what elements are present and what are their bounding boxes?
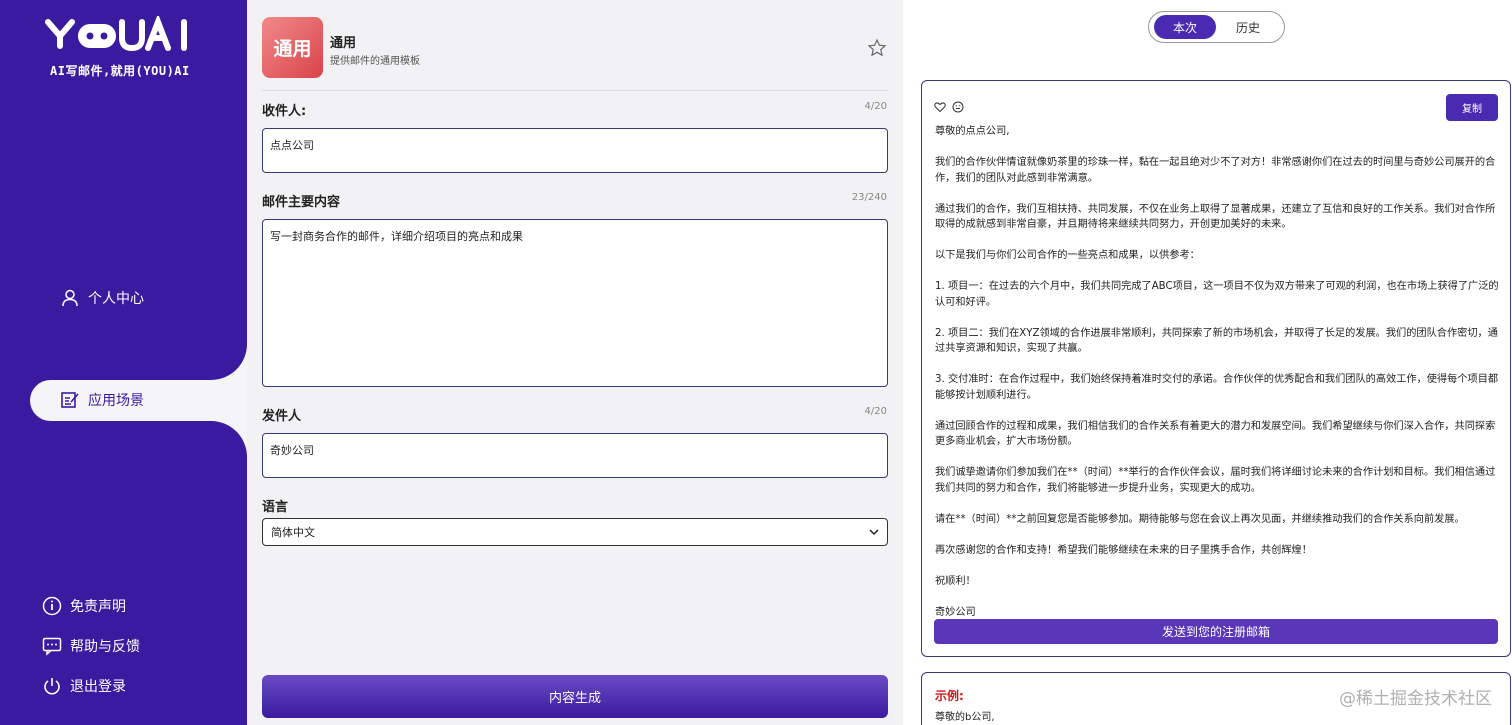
smiley-icon[interactable] [952, 101, 964, 113]
template-icon-text: 通用 [273, 38, 312, 60]
example-label: 示例: [935, 689, 964, 703]
recipient-input[interactable]: 点点公司 [262, 128, 888, 173]
sender-input[interactable]: 奇妙公司 [262, 433, 888, 478]
youai-logo [45, 16, 187, 52]
letter-paragraph: 尊敬的点点公司, [935, 126, 1010, 137]
recipient-label: 收件人: [262, 104, 307, 119]
nav-help-label: 帮助与反馈 [70, 639, 140, 655]
user-icon [62, 289, 78, 307]
content-label: 邮件主要内容 [262, 195, 341, 210]
nav-personal-label: 个人中心 [88, 291, 144, 307]
letter-paragraph: 请在**（时间）**之前回复您是否能够参加。期待能够与您在会议上再次见面，并继续… [935, 513, 1465, 525]
letter-paragraph: 我们诚挚邀请你们参加我们在**（时间）**举行的合作伙伴会议，届时我们将详细讨论… [935, 467, 1496, 494]
template-icon: 通用 [262, 17, 323, 78]
heart-icon[interactable] [934, 101, 946, 113]
nav-disclaimer-label: 免责声明 [70, 599, 126, 615]
generate-button[interactable]: 内容生成 [262, 675, 888, 718]
letter-paragraph: 祝顺利！ [935, 575, 976, 587]
language-select[interactable]: 简体中文 [262, 518, 888, 546]
nav-logout[interactable]: 退出登录 [42, 676, 126, 696]
letter-paragraph: 通过回顾合作的过程和成果，我们相信我们的合作关系有着更大的潜力和发展空间。我们希… [935, 420, 1496, 448]
sidebar-lower-panel: 免责声明 帮助与反馈 退出登录 [0, 421, 247, 725]
language-selected-value: 简体中文 [271, 526, 315, 539]
result-panel: 本次 历史 复制 尊敬的点点公司, 我们的合作伙伴情谊就像奶茶里的珍珠一样，黏在… [903, 0, 1512, 725]
letter-paragraph: 通过我们的合作，我们互相扶持、共同发展，不仅在业务上取得了显著成果，还建立了互信… [935, 203, 1496, 231]
tab-current[interactable]: 本次 [1154, 15, 1216, 39]
nav-personal-center[interactable]: 个人中心 [60, 288, 144, 308]
template-description: 提供邮件的通用模板 [330, 56, 420, 67]
letter-paragraph: 奇妙公司 [935, 606, 976, 618]
nav-logout-label: 退出登录 [70, 679, 126, 695]
template-name: 通用 [330, 36, 357, 51]
example-text: 尊敬的b公司, [935, 712, 995, 723]
sidebar-upper-panel: AI写邮件,就用(YOU)AI 个人中心 [0, 0, 247, 380]
letter-paragraph: 3. 交付准时：在合作过程中，我们始终保持着准时交付的承诺。合作伙伴的优秀配合和… [935, 374, 1499, 401]
chevron-down-icon [869, 529, 879, 536]
nav-disclaimer[interactable]: 免责声明 [42, 596, 126, 616]
letter-paragraph: 再次感谢您的合作和支持！希望我们能够继续在未来的日子里携手合作，共创辉煌！ [935, 544, 1312, 556]
language-label: 语言 [262, 500, 289, 515]
sender-label: 发件人 [262, 409, 302, 424]
generated-letter: 尊敬的点点公司, 我们的合作伙伴情谊就像奶茶里的珍珠一样，黏在一起且绝对少不了对… [935, 124, 1500, 636]
edit-icon [61, 392, 79, 408]
tab-history[interactable]: 历史 [1217, 15, 1279, 39]
result-card: 复制 尊敬的点点公司, 我们的合作伙伴情谊就像奶茶里的珍珠一样，黏在一起且绝对少… [921, 80, 1511, 657]
nav-help-feedback[interactable]: 帮助与反馈 [42, 636, 140, 656]
chat-icon [42, 637, 62, 656]
result-toggle: 本次 历史 [1148, 11, 1285, 43]
slogan: AI写邮件,就用(YOU)AI [50, 64, 190, 78]
nav-scene-label: 应用场景 [88, 393, 144, 409]
recipient-char-count: 4/20 [864, 101, 887, 112]
sender-char-count: 4/20 [864, 406, 887, 417]
star-icon[interactable] [867, 38, 887, 58]
info-icon [42, 596, 62, 616]
send-to-email-button[interactable]: 发送到您的注册邮箱 [934, 619, 1498, 644]
nav-application-scene[interactable]: 应用场景 [60, 390, 144, 410]
copy-button[interactable]: 复制 [1446, 94, 1498, 121]
content-textarea[interactable]: 写一封商务合作的邮件，详细介绍项目的亮点和成果 [262, 219, 888, 387]
sidebar: AI写邮件,就用(YOU)AI 个人中心 应用场景 免责声明 帮助与反馈 退出登… [0, 0, 247, 725]
letter-paragraph: 我们的合作伙伴情谊就像奶茶里的珍珠一样，黏在一起且绝对少不了对方！非常感谢你们在… [935, 157, 1496, 184]
letter-paragraph: 以下是我们与你们公司合作的一些亮点和成果，以供参考： [935, 250, 1200, 261]
letter-paragraph: 1. 项目一：在过去的六个月中，我们共同完成了ABC项目，这一项目不仅为双方带来… [935, 281, 1499, 308]
watermark: @稀土掘金技术社区 [1339, 689, 1492, 709]
content-char-count: 23/240 [851, 192, 887, 203]
letter-paragraph: 2. 项目二：我们在XYZ领域的合作进展非常顺利，共同探索了新的市场机会，并取得… [935, 327, 1498, 355]
divider [262, 90, 888, 91]
power-icon [44, 678, 60, 695]
email-form-panel: 通用 通用 提供邮件的通用模板 收件人: 4/20 点点公司 邮件主要内容 23… [247, 0, 903, 725]
